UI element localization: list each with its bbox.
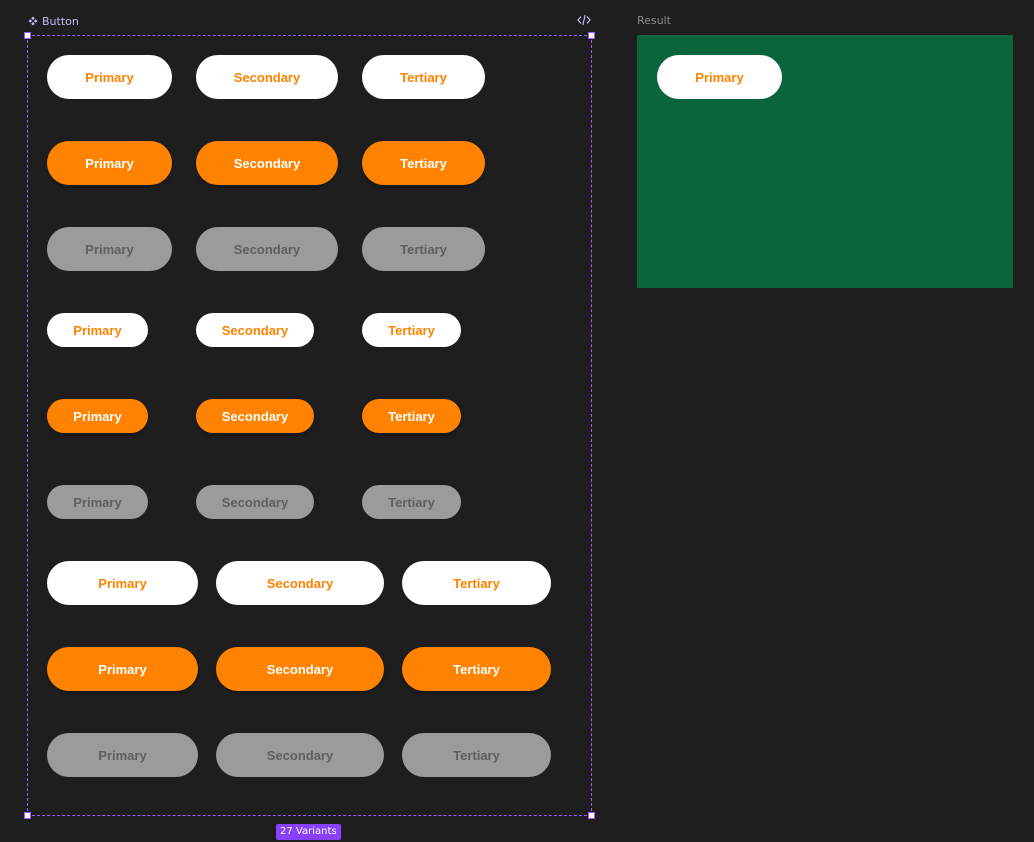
button-primary-variant[interactable]: Primary bbox=[47, 485, 148, 519]
button-tertiary-variant[interactable]: Tertiary bbox=[402, 561, 551, 605]
button-tertiary-variant[interactable]: Tertiary bbox=[362, 141, 485, 185]
resize-handle-bottom-right[interactable] bbox=[588, 812, 595, 819]
button-secondary-variant[interactable]: Secondary bbox=[196, 227, 338, 271]
button-primary-variant[interactable]: Primary bbox=[47, 733, 198, 777]
code-icon[interactable] bbox=[576, 13, 592, 27]
component-diamond-icon bbox=[28, 16, 38, 26]
button-primary-variant[interactable]: Primary bbox=[47, 55, 172, 99]
button-secondary-variant[interactable]: Secondary bbox=[216, 647, 384, 691]
button-secondary-variant[interactable]: Secondary bbox=[216, 733, 384, 777]
button-primary-variant[interactable]: Primary bbox=[47, 313, 148, 347]
result-label: Result bbox=[637, 14, 671, 27]
button-primary-variant[interactable]: Primary bbox=[47, 647, 198, 691]
button-secondary-variant[interactable]: Secondary bbox=[216, 561, 384, 605]
resize-handle-top-right[interactable] bbox=[588, 32, 595, 39]
button-tertiary-variant[interactable]: Tertiary bbox=[362, 313, 461, 347]
button-secondary-variant[interactable]: Secondary bbox=[196, 485, 314, 519]
resize-handle-bottom-left[interactable] bbox=[24, 812, 31, 819]
button-tertiary-variant[interactable]: Tertiary bbox=[362, 227, 485, 271]
button-primary-variant[interactable]: Primary bbox=[47, 561, 198, 605]
variant-count-badge: 27 Variants bbox=[276, 824, 341, 840]
button-tertiary-variant[interactable]: Tertiary bbox=[362, 485, 461, 519]
button-secondary-variant[interactable]: Secondary bbox=[196, 399, 314, 433]
button-tertiary-variant[interactable]: Tertiary bbox=[362, 399, 461, 433]
button-primary-variant[interactable]: Primary bbox=[47, 399, 148, 433]
button-secondary-variant[interactable]: Secondary bbox=[196, 55, 338, 99]
button-secondary-variant[interactable]: Secondary bbox=[196, 313, 314, 347]
result-primary-button[interactable]: Primary bbox=[657, 55, 782, 99]
button-primary-variant[interactable]: Primary bbox=[47, 141, 172, 185]
button-primary-variant[interactable]: Primary bbox=[47, 227, 172, 271]
button-tertiary-variant[interactable]: Tertiary bbox=[402, 733, 551, 777]
result-preview-panel: Primary bbox=[637, 35, 1013, 288]
component-title-label: Button bbox=[42, 14, 79, 28]
button-tertiary-variant[interactable]: Tertiary bbox=[362, 55, 485, 99]
resize-handle-top-left[interactable] bbox=[24, 32, 31, 39]
button-tertiary-variant[interactable]: Tertiary bbox=[402, 647, 551, 691]
button-secondary-variant[interactable]: Secondary bbox=[196, 141, 338, 185]
component-title[interactable]: Button bbox=[28, 14, 79, 28]
